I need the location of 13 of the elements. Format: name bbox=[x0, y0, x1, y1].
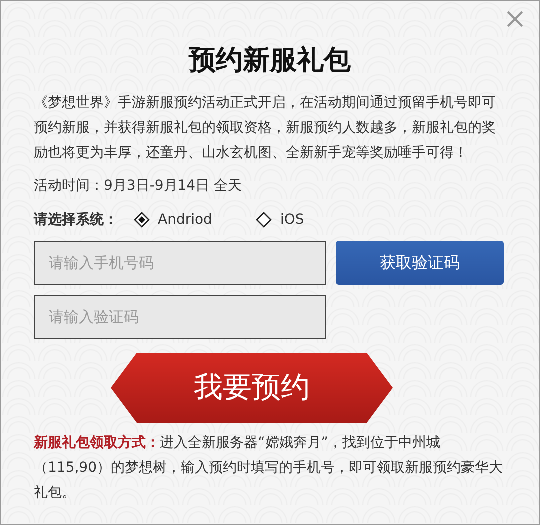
dialog-title: 预约新服礼包 bbox=[188, 44, 352, 78]
code-input-field[interactable]: 请输入验证码 bbox=[34, 295, 326, 339]
get-code-button[interactable]: 获取验证码 bbox=[336, 241, 504, 285]
radio-diamond-icon[interactable] bbox=[256, 212, 272, 228]
system-label: 请选择系统： bbox=[34, 211, 118, 229]
event-time: 活动时间：9月3日-9月14日 全天 bbox=[34, 177, 244, 196]
claim-instructions: 新服礼包领取方式：进入全新服务器“嫦娥奔月”，找到位于中州城（115,90）的梦想树，输入预约时填写的手机号，即可领取新服预约豪华大礼包。 bbox=[34, 434, 504, 503]
radio-label[interactable]: Andriod bbox=[158, 212, 212, 228]
reserve-button[interactable]: 我要预约 bbox=[111, 353, 393, 423]
radio-label[interactable]: iOS bbox=[280, 212, 304, 228]
radio-diamond-icon[interactable] bbox=[134, 212, 150, 228]
phone-input-field[interactable]: 请输入手机号码 bbox=[34, 241, 326, 285]
intro-paragraph: 《梦想世界》手游新服预约活动正式开启，在活动期间通过预留手机号即可预约新服，并获得新服礼包的领取资格，新服预约人数越多，新服礼包的奖励也将更为丰厚，还童丹、山水玄机图、全新新手宠等奖励唾手可得！ bbox=[34, 94, 497, 163]
